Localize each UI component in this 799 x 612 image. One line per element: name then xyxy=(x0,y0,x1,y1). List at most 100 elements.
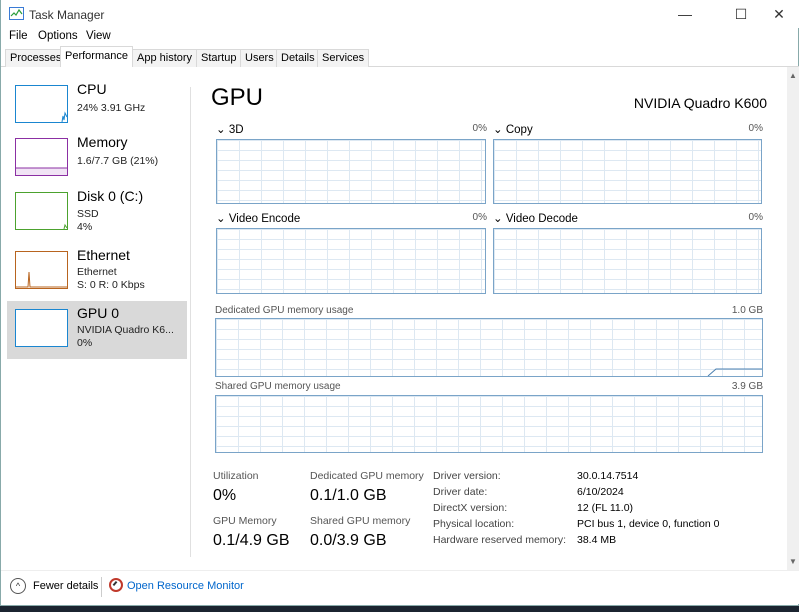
driver-version-value: 30.0.14.7514 xyxy=(577,470,639,482)
cpu-thumbnail-graph xyxy=(15,85,68,123)
engine-copy-selector[interactable]: ⌄ Copy xyxy=(493,122,533,136)
window-title: Task Manager xyxy=(29,8,105,22)
utilization-label: Utilization xyxy=(213,470,259,482)
chevron-up-icon[interactable]: ^ xyxy=(10,578,26,594)
close-button[interactable]: ✕ xyxy=(756,0,799,28)
engine-label: 3D xyxy=(228,124,244,136)
gpu-heading: GPU xyxy=(211,84,264,111)
engine-pct: 0% xyxy=(472,212,487,223)
chevron-down-icon: ⌄ xyxy=(493,124,503,136)
tab-users[interactable]: Users xyxy=(240,49,279,67)
task-manager-window: Task Manager — ☐ ✕ File Options View Pro… xyxy=(0,0,799,606)
sidebar-item-cpu[interactable]: CPU 24% 3.91 GHz xyxy=(7,77,187,135)
engine-video-decode-selector[interactable]: ⌄ Video Decode xyxy=(493,211,578,225)
footer-bar: ^ Fewer details Open Resource Monitor xyxy=(1,570,799,604)
sidebar-sub: 1.6/7.7 GB (21%) xyxy=(77,155,159,167)
hardware-reserved-memory-value: 38.4 MB xyxy=(577,534,617,546)
menu-file[interactable]: File xyxy=(9,30,28,42)
tab-details[interactable]: Details xyxy=(276,49,320,67)
sidebar-item-gpu[interactable]: GPU 0 NVIDIA Quadro K6... 0% xyxy=(7,301,187,359)
sidebar-title: CPU xyxy=(77,81,107,97)
minimize-button[interactable]: — xyxy=(662,0,708,28)
dedicated-memory-line xyxy=(707,368,762,376)
engine-copy-graph xyxy=(493,139,762,204)
memory-fill xyxy=(16,167,67,175)
engine-3d-selector[interactable]: ⌄ 3D xyxy=(216,122,244,136)
engine-video-decode-graph xyxy=(493,228,762,294)
shared-gpu-memory-value: 0.0/3.9 GB xyxy=(310,532,387,549)
menu-options[interactable]: Options xyxy=(38,30,78,42)
sidebar-sub: 4% xyxy=(77,221,93,233)
task-manager-icon xyxy=(9,7,24,20)
hardware-reserved-memory-label: Hardware reserved memory: xyxy=(433,534,567,546)
driver-date-label: Driver date: xyxy=(433,486,488,498)
disk-thumbnail-graph xyxy=(15,192,68,230)
directx-version-label: DirectX version: xyxy=(433,502,508,514)
sidebar-sub: SSD xyxy=(77,208,99,220)
open-resource-monitor-link[interactable]: Open Resource Monitor xyxy=(127,580,244,592)
chevron-down-icon: ⌄ xyxy=(216,124,226,136)
physical-location-label: Physical location: xyxy=(433,518,515,530)
scroll-down-icon[interactable]: ▼ xyxy=(789,557,797,566)
directx-version-value: 12 (FL 11.0) xyxy=(577,502,634,514)
sidebar-sub: NVIDIA Quadro K6... xyxy=(77,324,174,336)
sidebar-sub: Ethernet xyxy=(77,266,117,278)
driver-version-label: Driver version: xyxy=(433,470,501,482)
engine-label: Video Decode xyxy=(505,213,578,225)
engine-pct: 0% xyxy=(472,123,487,134)
fewer-details-button[interactable]: Fewer details xyxy=(33,580,98,592)
engine-pct: 0% xyxy=(748,123,763,134)
memory-thumbnail-graph xyxy=(15,138,68,176)
sidebar-title: GPU 0 xyxy=(77,305,120,321)
tab-performance[interactable]: Performance xyxy=(60,46,133,67)
disk-spark xyxy=(63,223,68,230)
footer-separator xyxy=(101,577,102,597)
ethernet-spark xyxy=(16,271,67,288)
sidebar-title: Ethernet xyxy=(77,247,130,263)
sidebar-sub: S: 0 R: 0 Kbps xyxy=(77,279,145,291)
resource-monitor-icon[interactable] xyxy=(109,578,123,592)
sidebar-sub: 24% 3.91 GHz xyxy=(77,102,146,114)
shared-gpu-memory-label: Shared GPU memory xyxy=(310,515,411,527)
utilization-value: 0% xyxy=(213,487,237,504)
tab-app-history[interactable]: App history xyxy=(132,49,198,67)
gpu-memory-value: 0.1/4.9 GB xyxy=(213,532,290,549)
chevron-down-icon: ⌄ xyxy=(216,213,226,225)
engine-label: Copy xyxy=(505,124,533,136)
dedicated-memory-label: Dedicated GPU memory usage xyxy=(215,305,354,316)
engine-3d-graph xyxy=(216,139,486,204)
menu-view[interactable]: View xyxy=(86,30,111,42)
engine-video-encode-selector[interactable]: ⌄ Video Encode xyxy=(216,211,300,225)
gpu-memory-label: GPU Memory xyxy=(213,515,277,527)
dedicated-memory-graph xyxy=(215,318,763,377)
cpu-spark xyxy=(61,111,68,123)
scroll-up-icon[interactable]: ▲ xyxy=(789,71,797,80)
shared-memory-graph xyxy=(215,395,763,453)
shared-memory-max: 3.9 GB xyxy=(731,381,763,392)
sidebar-sub: 0% xyxy=(77,337,93,349)
tab-bar: Processes Performance App history Startu… xyxy=(1,46,799,67)
vertical-scrollbar[interactable]: ▲ ▼ xyxy=(787,67,799,570)
dedicated-gpu-memory-value: 0.1/1.0 GB xyxy=(310,487,387,504)
gpu-model-name: NVIDIA Quadro K600 xyxy=(633,95,767,111)
sidebar-item-disk[interactable]: Disk 0 (C:) SSD 4% xyxy=(7,184,187,242)
performance-panel: CPU 24% 3.91 GHz Memory 1.6/7.7 GB (21%)… xyxy=(1,67,787,570)
sidebar-title: Memory xyxy=(77,134,128,150)
ethernet-thumbnail-graph xyxy=(15,251,68,289)
tab-services[interactable]: Services xyxy=(317,49,370,67)
menu-bar: File Options View xyxy=(1,28,799,46)
gpu-thumbnail-graph xyxy=(15,309,68,347)
sidebar-item-ethernet[interactable]: Ethernet Ethernet S: 0 R: 0 Kbps xyxy=(7,243,187,301)
engine-pct: 0% xyxy=(748,212,763,223)
tab-processes[interactable]: Processes xyxy=(5,49,67,67)
panel-divider xyxy=(190,87,191,557)
engine-label: Video Encode xyxy=(228,213,301,225)
title-bar[interactable]: Task Manager — ☐ ✕ xyxy=(1,0,799,28)
desktop-taskbar xyxy=(0,606,799,612)
physical-location-value: PCI bus 1, device 0, function 0 xyxy=(577,518,720,530)
chevron-down-icon: ⌄ xyxy=(493,213,503,225)
tab-startup[interactable]: Startup xyxy=(196,49,242,67)
dedicated-memory-max: 1.0 GB xyxy=(731,305,763,316)
shared-memory-label: Shared GPU memory usage xyxy=(215,381,341,392)
sidebar-item-memory[interactable]: Memory 1.6/7.7 GB (21%) xyxy=(7,130,187,188)
